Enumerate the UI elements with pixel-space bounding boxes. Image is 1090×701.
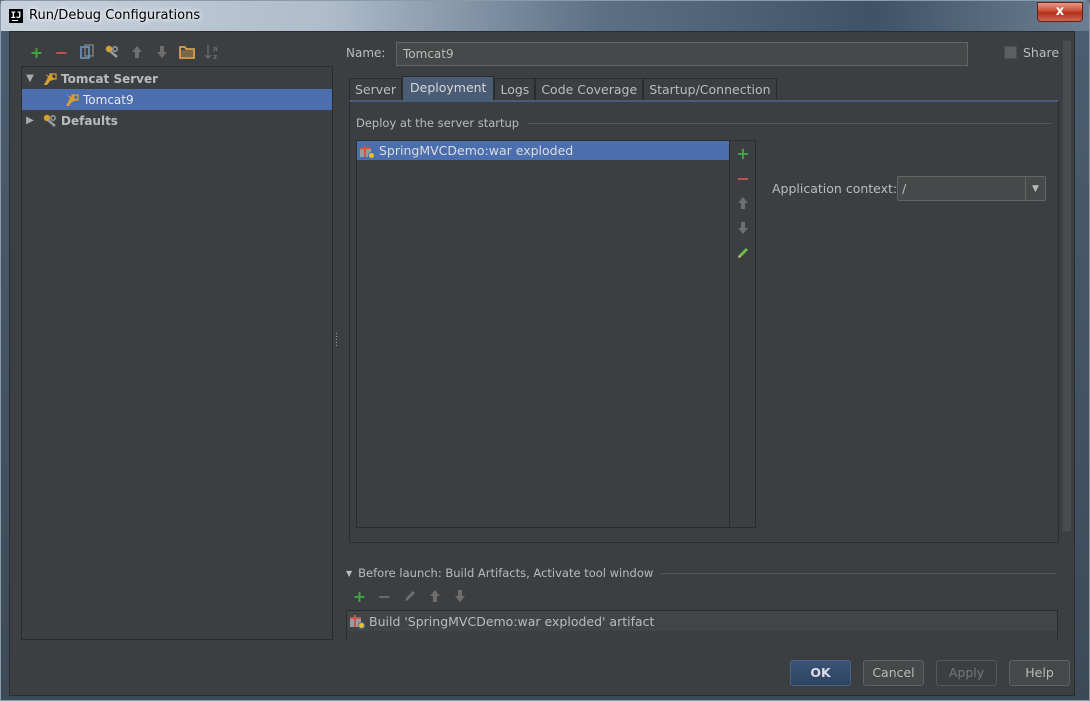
copy-configuration-button[interactable] xyxy=(74,42,99,62)
pencil-icon xyxy=(738,248,748,258)
arrow-up-icon xyxy=(738,197,748,209)
tree-item-tomcat-server[interactable]: ▼ Tomcat Server xyxy=(22,68,332,89)
name-label: Name: xyxy=(346,46,386,60)
pencil-icon xyxy=(404,591,415,601)
application-context-combobox[interactable]: / ▼ xyxy=(897,176,1046,201)
remove-task-button[interactable]: − xyxy=(372,586,397,606)
artifact-icon xyxy=(359,143,375,159)
tree-item-label: Tomcat Server xyxy=(61,71,159,86)
add-artifact-button[interactable]: + xyxy=(730,143,756,163)
before-launch-header[interactable]: ▼ Before launch: Build Artifacts, Activa… xyxy=(346,566,1056,580)
tab-bar: Server Deployment Logs Code Coverage Sta… xyxy=(349,76,777,101)
share-checkbox[interactable] xyxy=(1004,46,1017,59)
cancel-button[interactable]: Cancel xyxy=(863,660,924,686)
tree-item-defaults[interactable]: ▶ Defaults xyxy=(22,110,332,131)
ok-button[interactable]: OK xyxy=(790,660,851,686)
sort-alphabetically-icon: az xyxy=(204,45,218,60)
share-label: Share xyxy=(1023,45,1060,60)
apply-button[interactable]: Apply xyxy=(936,660,997,686)
sort-button[interactable]: az xyxy=(199,42,224,62)
share-checkbox-group[interactable]: Share xyxy=(1004,45,1059,60)
move-artifact-up-button[interactable] xyxy=(730,193,756,213)
tab-logs[interactable]: Logs xyxy=(494,78,536,101)
deployment-artifacts-list[interactable]: SpringMVCDemo:war exploded xyxy=(356,140,730,528)
application-context-label: Application context: xyxy=(772,181,898,196)
collapse-arrow-icon[interactable]: ▶ xyxy=(24,115,36,126)
configurations-toolbar: + − az xyxy=(24,42,224,62)
task-label: Build 'SpringMVCDemo:war exploded' artif… xyxy=(369,613,655,629)
deployment-tab-panel: Deploy at the server startup SpringMVCDe… xyxy=(349,100,1059,543)
deploy-section-header: Deploy at the server startup xyxy=(356,116,1052,130)
create-folder-button[interactable] xyxy=(174,42,199,62)
title-bar: IJ Run/Debug Configurations x xyxy=(1,1,1089,31)
before-launch-title: Before launch: Build Artifacts, Activate… xyxy=(358,566,654,580)
tab-deployment[interactable]: Deployment xyxy=(402,76,495,101)
arrow-down-icon xyxy=(738,222,748,234)
svg-text:z: z xyxy=(213,53,217,60)
wrench-icon xyxy=(105,45,118,58)
before-launch-toolbar: + − xyxy=(347,586,472,606)
folder-icon xyxy=(178,46,195,59)
section-divider xyxy=(527,122,1052,124)
expand-arrow-icon[interactable]: ▼ xyxy=(24,73,36,84)
run-debug-configurations-dialog: IJ Run/Debug Configurations x + − a z ▼ … xyxy=(0,0,1090,701)
dropdown-arrow-icon[interactable]: ▼ xyxy=(1025,177,1045,200)
arrow-down-icon xyxy=(156,46,167,58)
arrow-up-icon xyxy=(429,590,440,602)
move-down-button[interactable] xyxy=(149,42,174,62)
copy-icon xyxy=(79,44,94,59)
arrow-down-icon xyxy=(454,590,465,602)
remove-configuration-button[interactable]: − xyxy=(49,42,74,62)
edit-defaults-button[interactable] xyxy=(99,42,124,62)
tree-item-label: Defaults xyxy=(61,113,118,128)
deployment-list-toolbar: + − xyxy=(730,140,756,528)
name-input[interactable] xyxy=(396,42,968,66)
tab-code-coverage[interactable]: Code Coverage xyxy=(535,78,644,101)
wrench-icon xyxy=(42,113,58,129)
window-title: Run/Debug Configurations xyxy=(29,8,201,23)
tree-item-tomcat9[interactable]: Tomcat9 xyxy=(22,89,332,110)
panel-splitter-handle[interactable] xyxy=(335,332,338,348)
move-up-button[interactable] xyxy=(124,42,149,62)
tab-startup-connection[interactable]: Startup/Connection xyxy=(643,78,777,101)
svg-text:a: a xyxy=(213,45,218,53)
remove-artifact-button[interactable]: − xyxy=(730,168,756,188)
tomcat-icon xyxy=(42,71,58,87)
artifact-icon xyxy=(349,613,365,629)
configurations-tree: ▼ Tomcat Server Tomcat9 ▶ Defaults xyxy=(21,66,333,640)
edit-task-button[interactable] xyxy=(397,586,422,606)
add-task-button[interactable]: + xyxy=(347,586,372,606)
deploy-section-title: Deploy at the server startup xyxy=(356,116,520,130)
tomcat-icon xyxy=(64,92,80,108)
section-divider xyxy=(661,572,1056,574)
intellij-logo-icon: IJ xyxy=(9,9,23,23)
edit-artifact-button[interactable] xyxy=(730,243,756,263)
list-item[interactable]: Build 'SpringMVCDemo:war exploded' artif… xyxy=(347,611,1057,631)
tree-item-label: Tomcat9 xyxy=(83,92,134,107)
application-context-value[interactable]: / xyxy=(898,177,1025,200)
dialog-content: + − az ▼ Tomcat Server Tomcat9 ▶ Default… xyxy=(9,31,1075,696)
artifact-label: SpringMVCDemo:war exploded xyxy=(379,143,574,158)
help-button[interactable]: Help xyxy=(1009,660,1070,686)
before-launch-task-list[interactable]: Build 'SpringMVCDemo:war exploded' artif… xyxy=(346,610,1058,640)
move-task-up-button[interactable] xyxy=(422,586,447,606)
arrow-up-icon xyxy=(131,46,142,58)
move-task-down-button[interactable] xyxy=(447,586,472,606)
list-item[interactable]: SpringMVCDemo:war exploded xyxy=(357,141,729,160)
collapse-triangle-icon[interactable]: ▼ xyxy=(346,569,352,578)
tab-server[interactable]: Server xyxy=(349,78,402,101)
close-button[interactable]: x xyxy=(1037,2,1083,22)
vertical-scrollbar[interactable] xyxy=(1062,40,1072,532)
add-configuration-button[interactable]: + xyxy=(24,42,49,62)
move-artifact-down-button[interactable] xyxy=(730,218,756,238)
